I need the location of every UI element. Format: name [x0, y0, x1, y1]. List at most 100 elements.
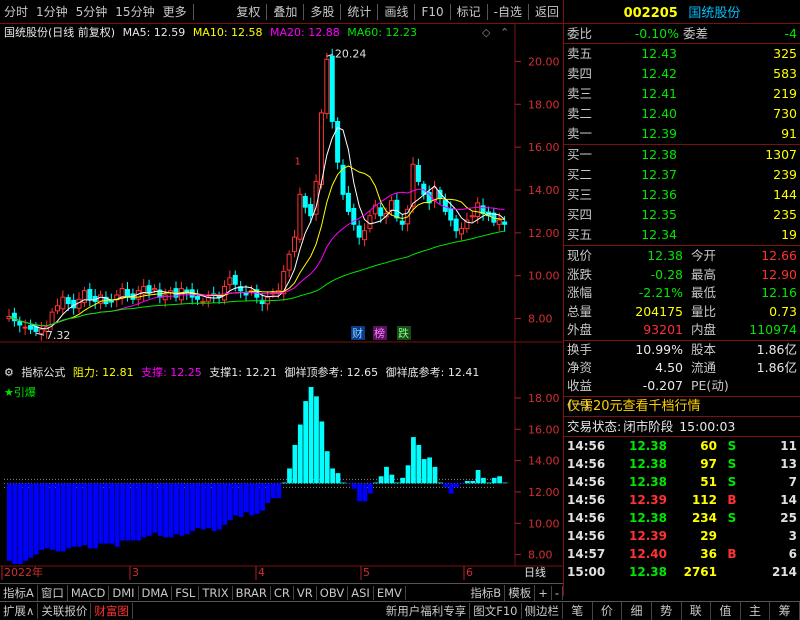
indicator-bar — [416, 444, 422, 484]
toolbar-button-3[interactable]: 统计 — [343, 3, 375, 20]
indicator-bar — [330, 468, 336, 484]
stat-value: -0.28 — [650, 266, 683, 282]
panel-tab[interactable]: 细 — [622, 602, 652, 620]
ask-row[interactable]: 卖五 12.43 325 — [564, 44, 800, 64]
toolbar-button-0[interactable]: 复权 — [232, 3, 264, 20]
indicator-tab[interactable]: 指标A — [0, 584, 38, 601]
toolbar-button-2[interactable]: 多股 — [306, 3, 338, 20]
bottom-link[interactable]: 图文F10 — [470, 603, 522, 619]
ask-row[interactable]: 卖二 12.40 730 — [564, 104, 800, 124]
stat-key: 流通 — [691, 359, 717, 375]
price-axis-label: 18.00 — [528, 98, 560, 111]
bottom-link[interactable]: 新用户福利专享 — [383, 603, 471, 619]
toolbar-15min-button[interactable]: 15分钟 — [111, 3, 158, 20]
indicator-tab[interactable]: + — [535, 585, 552, 600]
chart-area[interactable]: 20.00 18.00 16.00 14.00 12.00 10.00 8.00 20.24 7… — [0, 24, 563, 580]
bottom-link[interactable]: 侧边栏 — [522, 603, 563, 619]
indicator-tab[interactable]: EMV — [374, 585, 406, 600]
panel-tab[interactable]: 联 — [682, 602, 712, 620]
toolbar-more-button[interactable]: 更多 — [159, 3, 191, 20]
indicator-bar — [276, 483, 282, 499]
bottom-tab[interactable]: 扩展∧ — [0, 603, 39, 619]
toolbar-button-7[interactable]: -自选 — [490, 3, 526, 20]
stock-code: 002205 — [623, 6, 678, 21]
indicator-tab[interactable]: TRIX — [199, 585, 233, 600]
gear-icon[interactable]: ⚙ — [4, 366, 14, 379]
stat-key: 总量 — [567, 303, 593, 319]
kline-chart[interactable]: 20.0018.0016.0014.0012.0010.008.0020.247… — [0, 24, 563, 584]
indicator-bar — [292, 444, 298, 484]
indicator-bar — [147, 483, 152, 536]
tick-count: 7 — [788, 474, 797, 489]
panel-tab[interactable]: 筹 — [770, 602, 800, 620]
indicator-tab[interactable]: FSL — [172, 585, 200, 600]
ad-banner[interactable]: 仅需20元查看千档行情 — [564, 397, 800, 417]
stat-row: 收益(一) -0.207 PE(动) — [564, 377, 800, 412]
panel-tab[interactable]: 主 — [741, 602, 771, 620]
candle-body — [410, 163, 416, 207]
indicator-tab[interactable]: 模板 — [505, 584, 536, 601]
stat-key: 内盘 — [691, 322, 717, 338]
stat-key: 现价 — [567, 248, 593, 263]
bottom-tab[interactable]: 财富图 — [91, 603, 133, 619]
collapse-icon[interactable]: ⌃ — [500, 26, 509, 39]
toolbar-button-1[interactable]: 叠加 — [269, 3, 301, 20]
ma10-label: MA10: 12.58 — [192, 26, 263, 39]
diamond-icon[interactable]: ◇ — [482, 26, 491, 39]
indicator-legend: ⚙ 指标公式 阻力: 12.81 支撑: 12.25 支撑1: 12.21 御祥… — [4, 366, 483, 380]
ask-row[interactable]: 卖三 12.41 219 — [564, 84, 800, 104]
indicator-bar — [281, 482, 287, 484]
bid-row[interactable]: 买四 12.35 235 — [564, 205, 800, 225]
indicator-tab[interactable]: VR — [294, 585, 317, 600]
tick-count: 14 — [780, 492, 797, 507]
tick-count: 3 — [788, 528, 797, 543]
tick-volume: 36 — [700, 546, 717, 561]
stat-key: 最低 — [691, 285, 717, 301]
toolbar-1min-button[interactable]: 1分钟 — [32, 3, 72, 20]
indicator-tab[interactable]: - — [552, 585, 563, 600]
panel-tab[interactable]: 值 — [711, 602, 741, 620]
ad-text[interactable]: 仅需20元查看千档行情 — [567, 397, 701, 416]
indicator-tab[interactable]: OBV — [317, 585, 349, 600]
bid-row[interactable]: 买一 12.38 1307 — [564, 145, 800, 165]
tick-price: 12.40 — [629, 546, 667, 561]
ask-row[interactable]: 卖四 12.42 583 — [564, 64, 800, 84]
indicator-bar — [98, 483, 104, 544]
stat-key: 净资 — [567, 359, 593, 375]
stat-value: -0.207 — [642, 378, 683, 394]
toolbar-button-8[interactable]: 返回 — [531, 3, 563, 20]
toolbar-5min-button[interactable]: 5分钟 — [72, 3, 112, 20]
panel-tab[interactable]: 价 — [593, 602, 623, 620]
bottom-tab[interactable]: 关联报价 — [38, 603, 92, 619]
indicator-bar — [136, 483, 142, 541]
indicator-tab[interactable]: 窗口 — [38, 584, 68, 601]
indicator-tab[interactable]: MACD — [68, 585, 110, 600]
toolbar-button-4[interactable]: 画线 — [380, 3, 412, 20]
indicator-tab[interactable]: 指标B — [467, 584, 506, 601]
candle-body — [22, 326, 28, 329]
bid-row[interactable]: 买三 12.36 144 — [564, 185, 800, 205]
ask-row[interactable]: 卖一 12.39 91 — [564, 124, 800, 144]
toolbar-button-6[interactable]: 标记 — [453, 3, 485, 20]
toolbar-button-5[interactable]: F10 — [417, 5, 447, 19]
indicator-bar — [163, 483, 169, 538]
indicator-tab[interactable]: DMI — [109, 585, 139, 600]
indicator-tab[interactable]: CR — [271, 585, 294, 600]
indicator-bar — [464, 480, 470, 484]
indicator-bar — [459, 483, 465, 485]
panel-tab[interactable]: 笔 — [563, 602, 593, 620]
toolbar-fenshi-button[interactable]: 分时 — [0, 3, 32, 20]
candle-body — [38, 328, 44, 335]
tick-volume: 2761 — [683, 564, 717, 579]
order-ratio-row: 委比 -0.10% 委差 -4 — [564, 24, 800, 44]
indicator-tab[interactable]: BRAR — [233, 585, 271, 600]
panel-tab[interactable]: 势 — [652, 602, 682, 620]
indicator-tab[interactable]: ASI — [348, 585, 374, 600]
stat-value: 12.16 — [761, 285, 797, 301]
bid-row[interactable]: 买五 12.34 19 — [564, 225, 800, 245]
toolbar-divider — [527, 3, 529, 20]
bid-row[interactable]: 买二 12.37 239 — [564, 165, 800, 185]
indicator-bar — [211, 483, 217, 532]
stock-name: 国统股份 — [688, 6, 741, 21]
indicator-tab[interactable]: DMA — [139, 585, 173, 600]
